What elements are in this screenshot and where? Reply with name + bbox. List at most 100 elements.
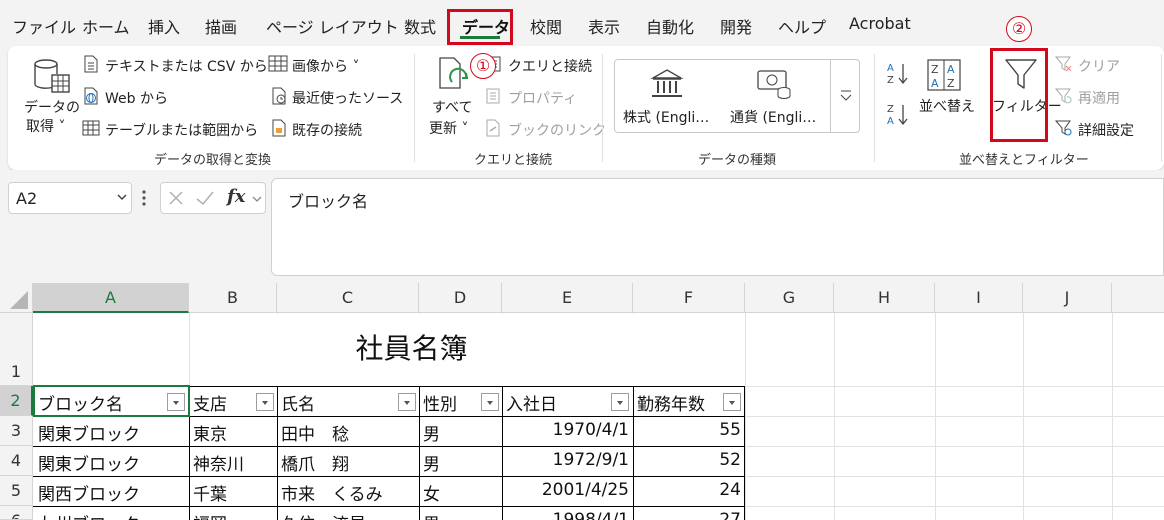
column-header[interactable]: A [33,283,189,313]
column-header[interactable] [1112,283,1164,313]
tab-help[interactable]: ヘルプ [778,14,826,38]
spreadsheet-grid[interactable]: A B C D E F G H I J 1 2 3 4 5 6 社員名簿 ブロッ… [0,283,1164,520]
sort-button[interactable]: 並べ替え [919,96,975,116]
more-options-icon[interactable] [140,188,148,212]
tab-file[interactable]: ファイル [12,14,76,38]
row-header[interactable]: 2 [0,386,33,416]
tab-automate[interactable]: 自動化 [646,14,694,38]
row-header[interactable]: 6 [0,506,33,520]
table-cell[interactable]: 関東ブロック [38,420,140,445]
table-cell[interactable]: 24 [637,480,741,500]
get-data-button[interactable]: データの [24,97,80,117]
header-cell[interactable]: 勤務年数 [637,390,705,415]
filter-dropdown-button[interactable] [167,393,185,411]
table-cell[interactable]: 2001/4/25 [506,480,629,500]
tab-page-layout[interactable]: ページ レイアウト [266,14,399,38]
table-cell[interactable]: 1998/4/1 [506,510,629,520]
row-header[interactable]: 3 [0,416,33,446]
refresh-all-button[interactable]: すべて [432,97,472,117]
header-cell[interactable]: 入社日 [506,390,557,415]
advanced-filter-button[interactable]: 詳細設定 [1078,120,1134,140]
table-cell[interactable]: 神奈川 [193,450,244,475]
tab-home[interactable]: ホーム [82,14,130,38]
get-data-button-caret[interactable]: 取得 ˅ [26,116,65,136]
cancel-icon[interactable] [167,189,185,211]
clear-button[interactable]: クリア [1078,56,1120,76]
filter-dropdown-button[interactable] [723,393,741,411]
from-web-button[interactable]: Web から [105,88,168,108]
table-cell[interactable]: 福岡 [193,510,227,520]
table-cell[interactable]: 27 [637,510,741,520]
formula-input[interactable]: ブロック名 [271,178,1164,276]
data-types-more-button[interactable] [830,59,860,133]
table-cell[interactable]: 久住 流星 [281,510,366,520]
header-cell[interactable]: ブロック名 [38,390,123,415]
table-cell[interactable]: 千葉 [193,480,227,505]
table-cell[interactable]: 市来 くるみ [281,480,383,505]
filter-dropdown-button[interactable] [398,393,416,411]
column-header[interactable]: E [502,283,633,313]
column-header[interactable]: J [1023,283,1112,313]
tab-review[interactable]: 校閲 [530,14,562,38]
sort-a-to-z-icon[interactable]: AZ [885,60,911,90]
table-cell[interactable]: 55 [637,420,741,440]
table-cell[interactable]: 関東ブロック [38,450,140,475]
table-cell[interactable]: 52 [637,450,741,470]
tab-draw[interactable]: 描画 [205,14,237,38]
currency-data-type-button[interactable]: 通貨 (Engli… [730,107,816,127]
sort-z-to-a-icon[interactable]: ZA [885,101,911,131]
chevron-down-icon[interactable] [115,187,129,211]
tab-insert[interactable]: 挿入 [148,14,180,38]
table-cell[interactable]: 関西ブロック [38,480,140,505]
filter-dropdown-button[interactable] [481,393,499,411]
workbook-links-button[interactable]: ブックのリンク [508,120,606,140]
stocks-data-type-button[interactable]: 株式 (Engli… [623,107,709,127]
row-header[interactable]: 5 [0,476,33,506]
filter-dropdown-button[interactable] [256,393,274,411]
table-cell[interactable]: 田中 稔 [281,420,349,445]
table-cell[interactable]: 女 [423,480,440,505]
queries-connections-button[interactable]: クエリと接続 [508,56,592,76]
table-cell[interactable]: 男 [423,450,440,475]
refresh-all-caret[interactable]: 更新 ˅ [429,118,468,138]
svg-text:Z: Z [887,104,894,115]
header-cell[interactable]: 氏名 [281,390,315,415]
table-cell[interactable]: 男 [423,420,440,445]
tab-view[interactable]: 表示 [588,14,620,38]
table-cell[interactable]: 九州ブロック [38,510,140,520]
recent-sources-button[interactable]: 最近使ったソース [292,88,403,108]
table-cell[interactable]: 1972/9/1 [506,450,629,470]
existing-connections-button[interactable]: 既存の接続 [292,120,362,140]
tab-formulas[interactable]: 数式 [404,14,436,38]
name-box[interactable]: A2 [8,182,132,214]
workbook-links-icon [484,119,502,141]
column-header[interactable]: B [189,283,277,313]
column-header[interactable]: D [419,283,502,313]
column-header[interactable]: C [277,283,419,313]
from-picture-button[interactable]: 画像から ˅ [292,56,359,76]
row-header[interactable]: 4 [0,446,33,476]
reapply-button[interactable]: 再適用 [1078,88,1120,108]
insert-function-icon[interactable]: fx [227,186,245,207]
table-cell[interactable]: 東京 [193,420,227,445]
table-cell[interactable]: 1970/4/1 [506,420,629,440]
chevron-down-icon[interactable] [251,189,263,213]
from-text-csv-button[interactable]: テキストまたは CSV から [105,56,268,76]
column-header[interactable]: I [935,283,1023,313]
sheet-title: 社員名簿 [355,332,468,365]
from-table-range-button[interactable]: テーブルまたは範囲から [105,120,258,140]
tab-acrobat[interactable]: Acrobat [849,14,911,33]
table-cell[interactable]: 橋爪 翔 [281,450,349,475]
tab-developer[interactable]: 開発 [720,14,752,38]
row-header[interactable]: 1 [0,313,33,386]
properties-button[interactable]: プロパティ [508,88,577,108]
table-cell[interactable]: 男 [423,510,440,520]
header-cell[interactable]: 性別 [423,390,457,415]
select-all-corner[interactable] [0,283,33,313]
column-header[interactable]: G [745,283,834,313]
column-header[interactable]: H [834,283,935,313]
header-cell[interactable]: 支店 [193,390,227,415]
enter-check-icon[interactable] [195,189,215,211]
column-header[interactable]: F [633,283,745,313]
filter-dropdown-button[interactable] [611,393,629,411]
